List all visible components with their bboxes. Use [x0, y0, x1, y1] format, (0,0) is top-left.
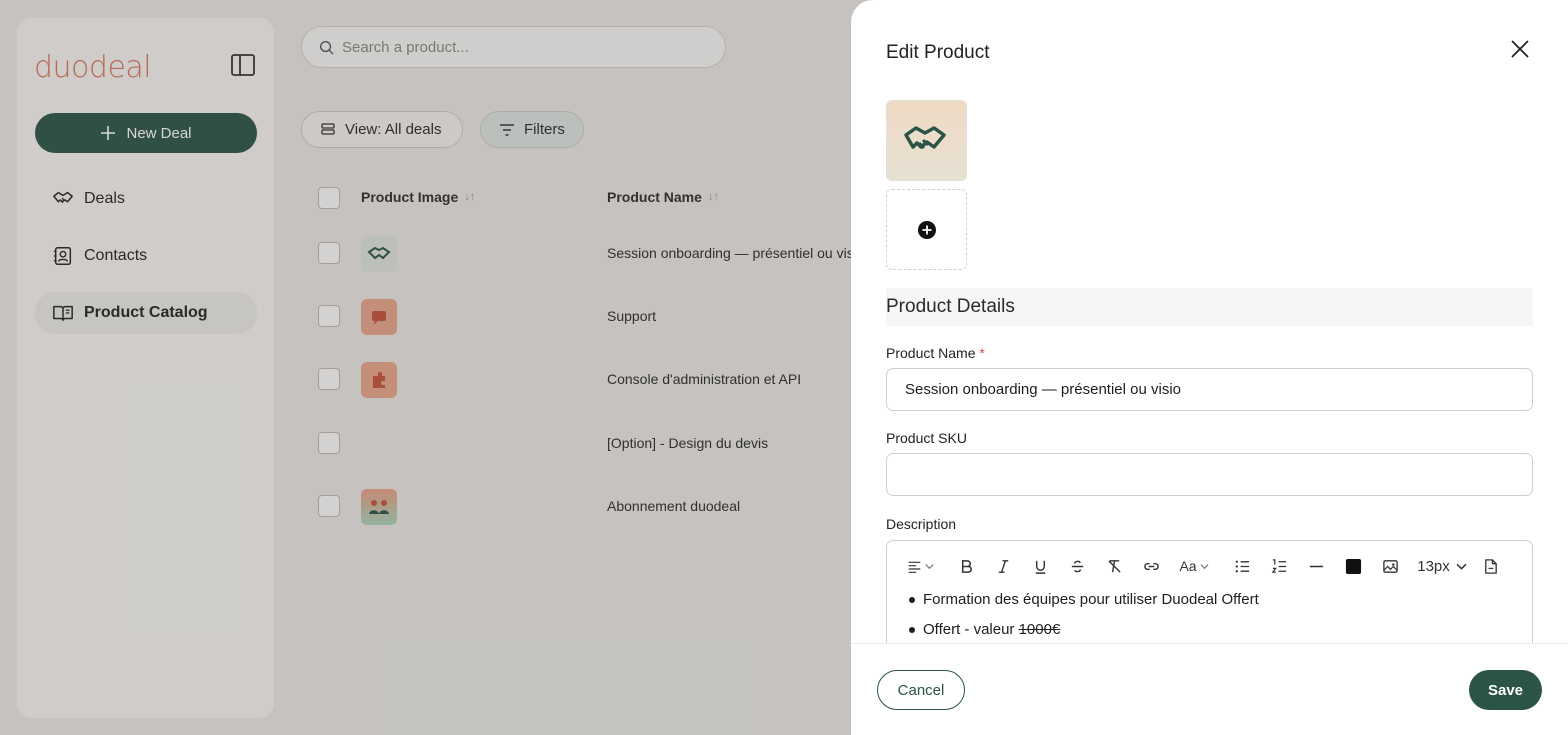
sidebar-item-label: Contacts	[84, 247, 148, 264]
struck-price: 1000€	[1018, 621, 1061, 638]
description-content[interactable]: Formation des équipes pour utiliser Duod…	[907, 591, 1259, 651]
sidebar-toggle-icon[interactable]	[231, 54, 255, 76]
sidebar-item-contacts[interactable]: Contacts	[35, 235, 257, 277]
list-item: Formation des équipes pour utiliser Duod…	[907, 591, 1259, 621]
app-logo[interactable]: duodeal	[34, 50, 152, 85]
filters-button[interactable]: Filters	[480, 111, 584, 148]
plus-icon	[101, 126, 116, 140]
row-checkbox[interactable]	[318, 305, 340, 327]
description-editor[interactable]: Aa 13px Formation des équipes pour utili…	[886, 540, 1533, 660]
column-header-product-name[interactable]: Product Name ↓↑	[607, 189, 719, 205]
save-button[interactable]: Save	[1469, 670, 1542, 710]
font-size-dropdown[interactable]: 13px	[1415, 553, 1469, 579]
filters-label: Filters	[524, 121, 565, 138]
text-style-dropdown[interactable]: Aa	[1177, 553, 1211, 579]
add-image-button[interactable]	[886, 189, 967, 270]
new-deal-label: New Deal	[126, 124, 192, 142]
underline-icon[interactable]	[1029, 553, 1051, 579]
file-icon[interactable]	[1479, 553, 1501, 579]
text-style-icon: Aa	[1179, 558, 1197, 574]
panel-footer: Cancel Save	[851, 643, 1568, 735]
row-checkbox[interactable]	[318, 432, 340, 454]
sidebar-item-label: Product Catalog	[84, 304, 208, 321]
people-icon	[369, 500, 389, 514]
chevron-down-icon	[1456, 563, 1467, 570]
product-name-input[interactable]: Session onboarding — présentiel ou visio	[886, 368, 1533, 411]
column-label: Product Image	[361, 189, 459, 205]
book-icon	[53, 305, 73, 322]
section-title: Product Details	[886, 288, 1533, 326]
bullet-list-icon[interactable]	[1231, 553, 1253, 579]
link-icon[interactable]	[1140, 553, 1162, 579]
search-input[interactable]	[342, 38, 702, 56]
sort-icon[interactable]: ↓↑	[708, 191, 719, 203]
product-sku-input[interactable]	[886, 453, 1533, 496]
italic-icon[interactable]	[992, 553, 1014, 579]
view-label: View: All deals	[345, 121, 442, 138]
product-sku-label: Product SKU	[886, 430, 967, 446]
handshake-icon	[367, 246, 391, 260]
sidebar-item-deals[interactable]: Deals	[35, 178, 257, 220]
numbered-list-icon[interactable]	[1268, 553, 1290, 579]
product-name-label: Product Name *	[886, 345, 985, 361]
sidebar: duodeal New Deal Deals Contacts Product …	[17, 18, 274, 718]
sort-icon[interactable]: ↓↑	[464, 191, 475, 203]
chevron-down-icon	[924, 563, 934, 569]
text-color-icon[interactable]	[1342, 553, 1364, 579]
search-bar[interactable]	[301, 26, 726, 68]
label-text: Product Name	[886, 345, 976, 361]
product-name-cell: Session onboarding — présentiel ou visio	[607, 245, 865, 261]
handshake-icon	[53, 191, 73, 204]
product-name-cell: [Option] - Design du devis	[607, 435, 769, 451]
product-name-cell: Support	[607, 308, 657, 324]
clear-format-icon[interactable]	[1103, 553, 1125, 579]
select-all-checkbox[interactable]	[318, 187, 340, 209]
cancel-button[interactable]: Cancel	[877, 670, 965, 710]
required-marker: *	[979, 345, 985, 361]
product-name-cell: Console d'administration et API	[607, 371, 802, 387]
align-dropdown[interactable]	[903, 553, 937, 579]
align-left-icon	[908, 561, 920, 573]
editor-toolbar: Aa 13px	[887, 553, 1532, 579]
search-icon	[319, 40, 334, 55]
product-thumbnail	[361, 299, 397, 335]
view-selector-button[interactable]: View: All deals	[301, 111, 463, 148]
puzzle-icon	[373, 372, 385, 388]
bold-icon[interactable]	[955, 553, 977, 579]
image-icon[interactable]	[1379, 553, 1401, 579]
product-name-cell: Abonnement duodeal	[607, 498, 741, 514]
plus-circle-icon	[917, 220, 936, 239]
horizontal-rule-icon[interactable]	[1305, 553, 1327, 579]
product-thumbnail	[361, 236, 397, 272]
font-size-value: 13px	[1417, 557, 1450, 575]
stack-icon	[321, 122, 335, 135]
column-label: Product Name	[607, 189, 702, 205]
sidebar-item-product-catalog[interactable]: Product Catalog	[35, 292, 257, 334]
row-checkbox[interactable]	[318, 368, 340, 390]
edit-product-panel: Edit Product Product Details Product Nam…	[851, 0, 1568, 735]
product-thumbnail	[361, 362, 397, 398]
list-item-text: Offert - valeur	[923, 621, 1019, 638]
chat-icon	[372, 311, 386, 325]
filter-icon	[500, 123, 514, 136]
sidebar-item-label: Deals	[84, 190, 125, 207]
contacts-icon	[53, 247, 72, 265]
product-thumbnail	[361, 489, 397, 525]
product-image-preview[interactable]	[886, 100, 967, 181]
description-label: Description	[886, 516, 957, 532]
handshake-icon	[903, 125, 946, 149]
row-checkbox[interactable]	[318, 495, 340, 517]
list-item-text: Formation des équipes pour utiliser Duod…	[923, 591, 1259, 608]
panel-title: Edit Product	[886, 42, 990, 63]
strikethrough-icon[interactable]	[1066, 553, 1088, 579]
column-header-product-image[interactable]: Product Image ↓↑	[361, 189, 475, 205]
close-icon[interactable]	[1507, 36, 1533, 62]
new-deal-button[interactable]: New Deal	[35, 113, 257, 153]
row-checkbox[interactable]	[318, 242, 340, 264]
chevron-down-icon	[1200, 563, 1209, 569]
